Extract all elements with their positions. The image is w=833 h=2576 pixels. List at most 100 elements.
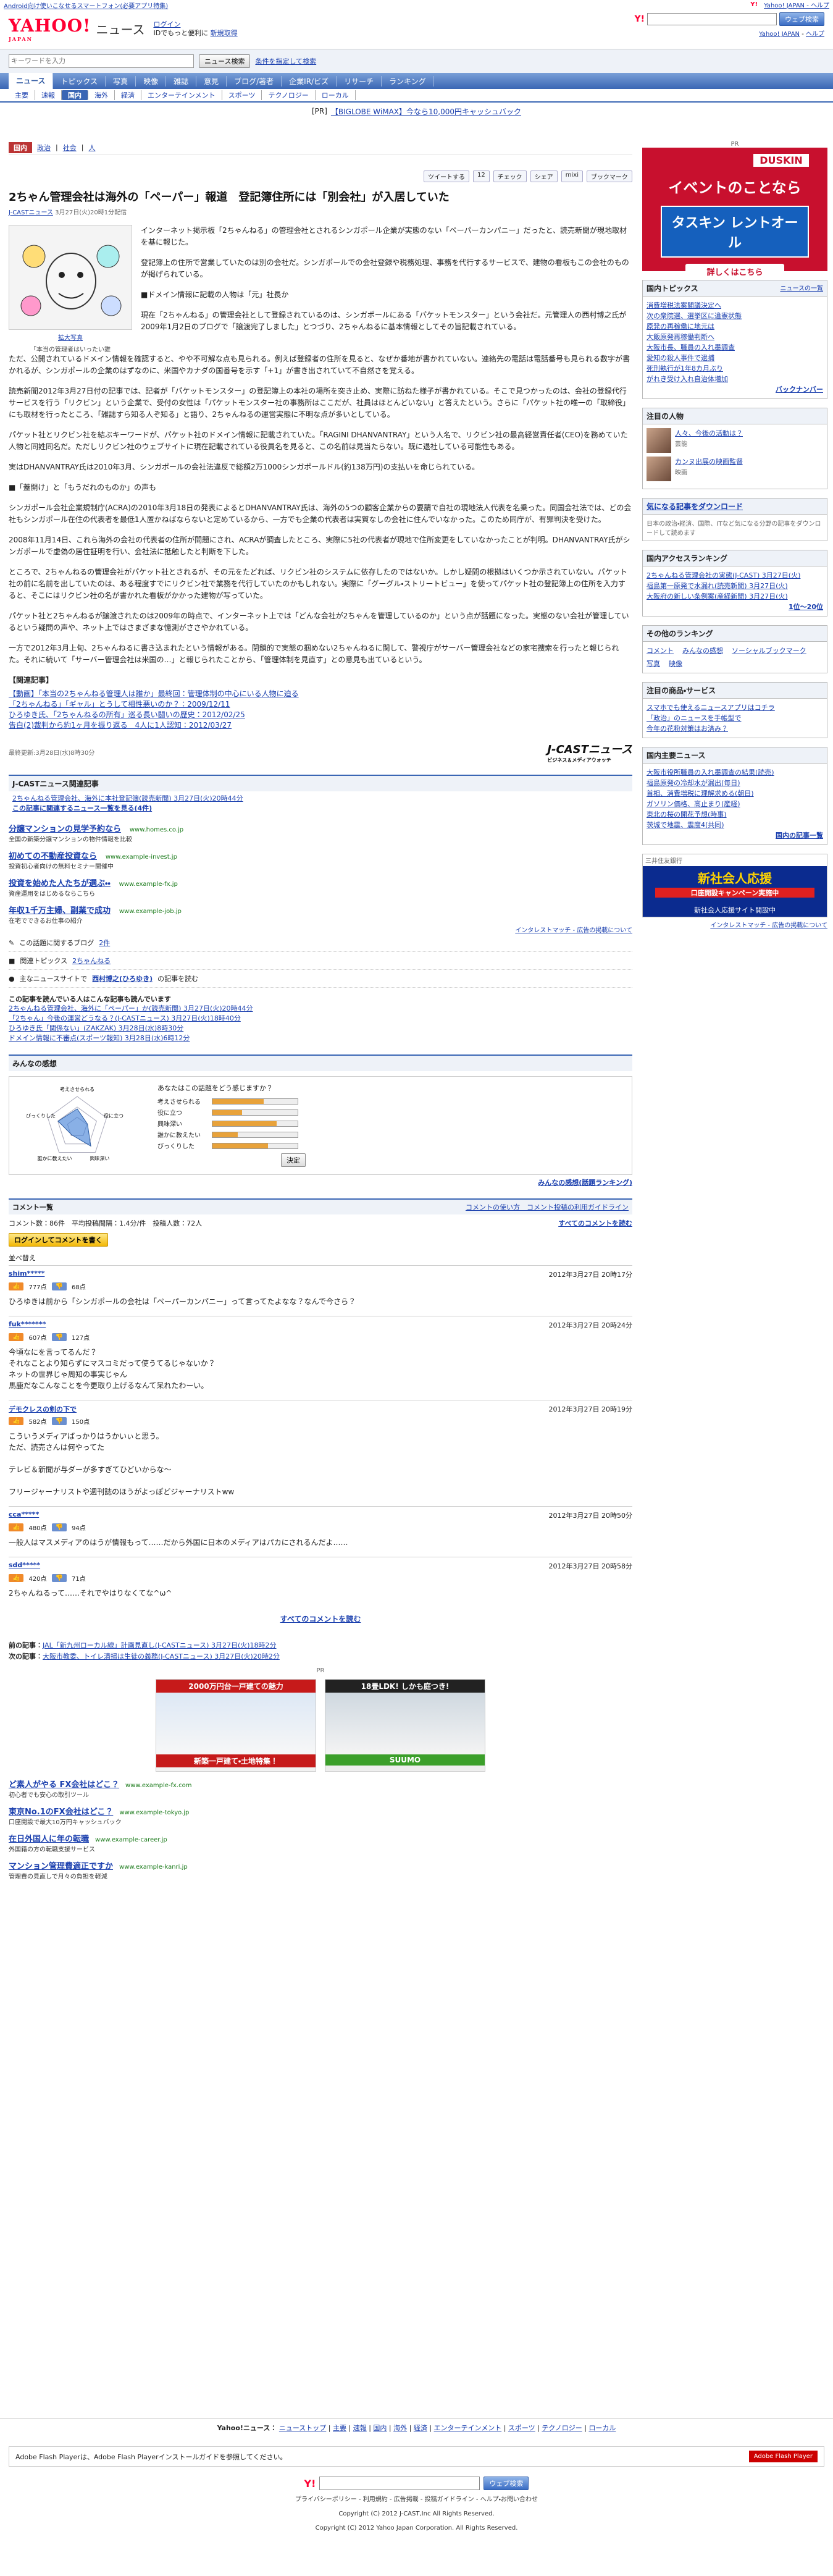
- rate-row[interactable]: びっくりした: [157, 1141, 306, 1150]
- good-vote-button[interactable]: 👍: [9, 1282, 24, 1290]
- suumo-ad-banner[interactable]: 18畳LDK! しかも庭つき! SUUMO: [325, 1679, 485, 1772]
- main-news-more-link[interactable]: 国内の記事一覧: [776, 831, 823, 840]
- footer-nav-link[interactable]: ローカル: [588, 2424, 616, 2432]
- comment-user[interactable]: shim*****: [9, 1269, 44, 1279]
- nav-ir[interactable]: 企業IR/ビズ: [282, 75, 337, 86]
- crumb-politics[interactable]: 政治: [37, 143, 51, 153]
- bad-vote-button[interactable]: 👎: [51, 1282, 67, 1290]
- promo-link[interactable]: Android向け使いこなせるスマートフォン(必要アプリ特集): [4, 1, 168, 10]
- topic-link[interactable]: 次の衆院選、選挙区に違憲状態: [647, 311, 823, 321]
- read-all-comments-link[interactable]: すべてのコメントを読む: [280, 1615, 361, 1623]
- ranking-item[interactable]: 2ちゃんねる管理会社の実態(J-CAST) 3月27日(火): [647, 570, 823, 581]
- person-item[interactable]: カンヌ出展の映画監督 映画: [647, 457, 823, 481]
- flash-download-button[interactable]: Adobe Flash Player: [748, 2451, 818, 2462]
- ranking-link[interactable]: 映像: [669, 659, 682, 669]
- facebook-share-button[interactable]: シェア: [530, 170, 558, 182]
- all-comments-link[interactable]: すべてのコメントを読む: [558, 1218, 632, 1228]
- ad-title[interactable]: 在日外国人に年の転職: [9, 1835, 89, 1844]
- person-name[interactable]: カンヌ出展の映画監督: [675, 457, 743, 467]
- reader-article-link[interactable]: ひろゆき氏「関係ない」(ZAKZAK) 3月28日(水)8時30分: [9, 1024, 632, 1033]
- blog-count-link[interactable]: 2件: [99, 938, 110, 948]
- cat-main[interactable]: 主要: [9, 90, 35, 100]
- nav-photo[interactable]: 写真: [106, 75, 136, 86]
- crumb-people[interactable]: 人: [88, 143, 95, 153]
- related-article-link[interactable]: 【動画】「本当の2ちゃんねる管理人は誰か」最終回：管理体制の中心にいる人物に迫る: [9, 689, 632, 699]
- next-article-link[interactable]: 大阪市教委、トイレ清掃は生徒の義務(J-CASTニュース) 3月27日(火)20…: [43, 1652, 280, 1661]
- mixi-button[interactable]: mixi: [561, 170, 583, 182]
- main-news-link[interactable]: 福島原発の冷却水が漏出(毎日): [647, 778, 823, 788]
- ranking-link[interactable]: 写真: [647, 659, 660, 669]
- help-link[interactable]: ヘルプ: [806, 31, 824, 38]
- related-article-link[interactable]: 「2ちゃんねる」「ギャル」とうして相性悪いのか？：2009/12/11: [9, 699, 632, 710]
- enlarge-photo-link[interactable]: 拡大写真: [58, 335, 83, 342]
- reader-article-link[interactable]: 2ちゃんねる管理会社、海外に「ペーパー」か(読売新聞) 3月27日(火)20時4…: [9, 1004, 632, 1014]
- house-ad-banner[interactable]: 2000万円台一戸建ての魅力 新築一戸建て・土地特集！: [156, 1679, 316, 1772]
- writer-link[interactable]: 西村博之(ひろゆき): [92, 974, 153, 983]
- reader-article-link[interactable]: 「2ちゃん」今後の運営どうなる？(J-CASTニュース) 3月27日(火)18時…: [9, 1014, 632, 1024]
- footer-nav-link[interactable]: 速報: [353, 2424, 367, 2432]
- yahoo-top-link[interactable]: Yahoo! JAPAN: [759, 31, 800, 38]
- prev-article-link[interactable]: JAL「新九州ローカル線」計画見直し(J-CASTニュース) 3月27日(火)1…: [43, 1641, 277, 1649]
- ranking-link[interactable]: みんなの感想: [682, 646, 723, 656]
- good-vote-button[interactable]: 👍: [9, 1523, 24, 1531]
- comment-guide-link[interactable]: コメントの使い方 コメント投稿の利用ガイドライン: [466, 1202, 629, 1212]
- good-vote-button[interactable]: 👍: [9, 1574, 24, 1582]
- footer-links[interactable]: プライバシーポリシー - 利用規約 - 広告掲載 - 投稿ガイドライン - ヘル…: [0, 2495, 833, 2504]
- rate-row[interactable]: 興味深い: [157, 1119, 306, 1128]
- photo-image[interactable]: [9, 225, 132, 330]
- web-search-input[interactable]: [647, 13, 777, 25]
- ad-title[interactable]: 東京No.1のFX会社はどこ？: [9, 1808, 113, 1817]
- main-news-link[interactable]: 首相、消費増税に理解求める(朝日): [647, 788, 823, 799]
- bank-ad[interactable]: 三井住友銀行 新社会人応援 口座開設キャンペーン実施中 新社会人応援サイト開設中: [642, 854, 827, 917]
- topic-link[interactable]: がれき受け入れ自治体増加: [647, 374, 823, 384]
- decide-button[interactable]: 決定: [281, 1153, 306, 1167]
- bad-vote-button[interactable]: 👎: [51, 1523, 67, 1531]
- related-article-link[interactable]: 告白(2)裁判から約1ヶ月を振り返る 4人に1人認知：2012/03/27: [9, 720, 632, 731]
- nav-ranking[interactable]: ランキング: [382, 75, 434, 86]
- cat-economy[interactable]: 経済: [115, 90, 141, 100]
- footer-nav-link[interactable]: 経済: [414, 2424, 427, 2432]
- topic-link[interactable]: 愛知の殺人事件で逮捕: [647, 353, 823, 363]
- nav-video[interactable]: 映像: [136, 75, 167, 86]
- topics-backnumber-link[interactable]: バックナンバー: [776, 385, 823, 394]
- bad-vote-button[interactable]: 👎: [51, 1417, 67, 1425]
- related-more-link[interactable]: この記事に関連するニュース一覧を見る(4件): [12, 804, 629, 814]
- person-item[interactable]: 人々、今後の活動は？ 芸能: [647, 428, 823, 453]
- impressions-ranking-link[interactable]: みんなの感想(話題ランキング): [538, 1179, 632, 1187]
- cat-entertainment[interactable]: エンターテインメント: [141, 90, 222, 100]
- topic-link[interactable]: 消費増税法案閣議決定へ: [647, 300, 823, 311]
- news-search-input[interactable]: [9, 54, 194, 68]
- ad-note-link[interactable]: インタレストマッチ - 広告の掲載について: [515, 927, 632, 934]
- comment-user[interactable]: fuk*******: [9, 1320, 46, 1330]
- cat-tech[interactable]: テクノロジー: [262, 90, 316, 100]
- comment-user[interactable]: デモクレスの剣の下で: [9, 1404, 77, 1414]
- ranking-more-link[interactable]: 1位〜20位: [789, 603, 823, 611]
- nav-opinion[interactable]: 意見: [196, 75, 227, 86]
- nav-news[interactable]: ニュース: [9, 73, 54, 89]
- crumb-society[interactable]: 社会: [63, 143, 77, 153]
- reader-article-link[interactable]: ドメイン情報に不審点(スポーツ報知) 3月28日(水)6時12分: [9, 1033, 632, 1043]
- related-news-link[interactable]: 2ちゃんねる管理会社、海外に本社登記簿(読売新聞) 3月27日(火)20時44分: [12, 794, 629, 804]
- signup-link[interactable]: 新規取得: [211, 29, 238, 37]
- cat-world[interactable]: 海外: [88, 90, 115, 100]
- source-link[interactable]: J-CASTニュース: [9, 209, 53, 216]
- cat-domestic[interactable]: 国内: [62, 90, 88, 100]
- related-article-link[interactable]: ひろゆき氏、「2ちゃんねるの所有」巡る長い闘いの歴史：2012/02/25: [9, 710, 632, 720]
- pr-link[interactable]: 【BIGLOBE WiMAX】今なら10,000円キャッシュバック: [331, 106, 521, 117]
- nav-research[interactable]: リサーチ: [337, 75, 382, 86]
- ad-title[interactable]: 初めての不動産投資なら: [9, 852, 97, 861]
- footer-nav-link[interactable]: スポーツ: [508, 2424, 535, 2432]
- topic-link[interactable]: 死刑執行が1年8カ月ぶり: [647, 363, 823, 374]
- news-search-button[interactable]: ニュース検索: [199, 54, 251, 68]
- product-link[interactable]: 「政治」のニュースを手帳型で: [647, 713, 823, 723]
- advanced-search-link[interactable]: 条件を指定して検索: [255, 56, 316, 66]
- ad-title[interactable]: 年収1千万主婦、副業で成功: [9, 906, 111, 915]
- ranking-item[interactable]: 福島第一原発で水漏れ(読売新聞) 3月27日(火): [647, 581, 823, 591]
- download-heading[interactable]: 気になる記事をダウンロード: [647, 501, 743, 511]
- home-help-link[interactable]: Yahoo! JAPAN - ヘルプ: [764, 0, 829, 9]
- comment-user[interactable]: cca*****: [9, 1510, 39, 1520]
- cat-local[interactable]: ローカル: [316, 90, 356, 100]
- ranking-link[interactable]: ソーシャルブックマーク: [732, 646, 806, 656]
- comment-sort[interactable]: 並べ替え: [9, 1253, 632, 1263]
- cat-sports[interactable]: スポーツ: [222, 90, 262, 100]
